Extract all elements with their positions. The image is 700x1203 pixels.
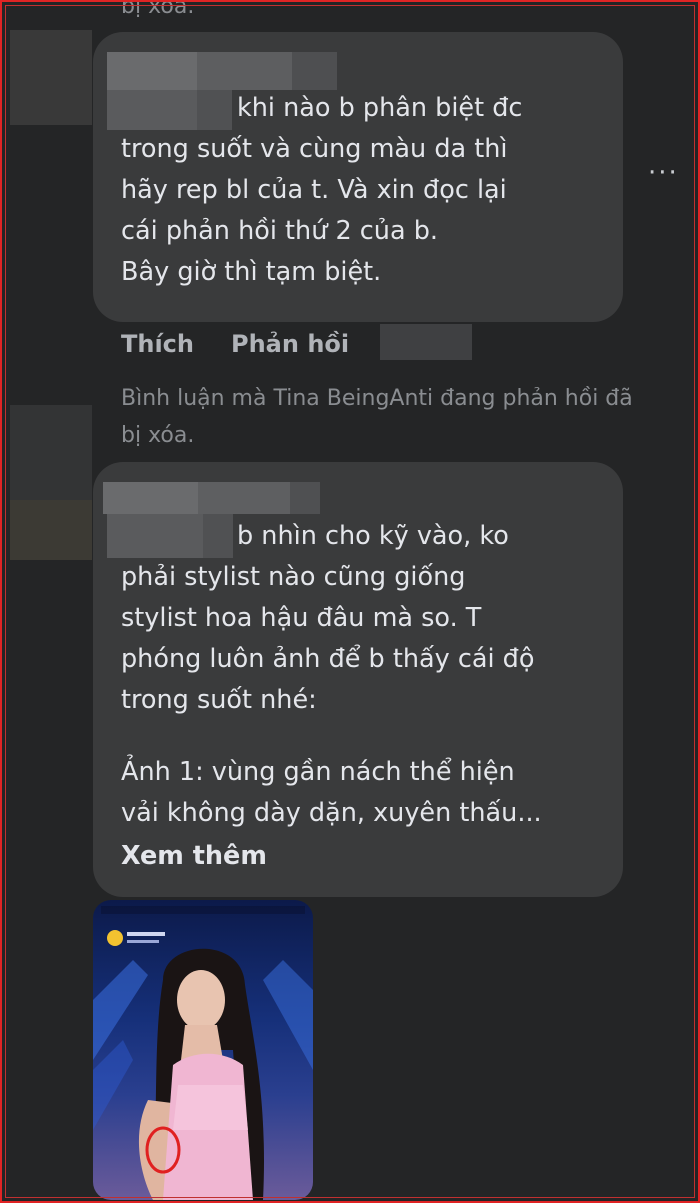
photo-illustration (93, 906, 313, 1200)
author-name[interactable] (198, 482, 290, 514)
author-name[interactable] (103, 482, 198, 514)
author-name[interactable] (292, 52, 337, 90)
see-more-link[interactable]: Xem thêm (121, 836, 267, 877)
reply-button[interactable]: Phản hồi (231, 330, 349, 358)
comment-text: b nhìn cho kỹ vào, ko phải stylist nào c… (121, 521, 535, 715)
avatar[interactable] (10, 30, 92, 125)
author-name[interactable] (197, 52, 292, 90)
like-button[interactable]: Thích (121, 330, 194, 358)
more-options-icon[interactable]: ··· (648, 158, 679, 188)
avatar-overlay (10, 500, 92, 560)
deleted-note-partial: bị xóa. (121, 0, 195, 19)
comment-text: khi nào b phân biệt đc trong suốt và cùn… (121, 93, 523, 287)
avatar[interactable] (10, 405, 92, 500)
timestamp-blurred[interactable] (380, 324, 472, 360)
comment-photo[interactable] (93, 900, 313, 1200)
author-name[interactable] (290, 482, 320, 514)
deleted-note: Bình luận mà Tina BeingAnti đang phản hồ… (121, 386, 633, 411)
comment-text: Ảnh 1: vùng gần nách thể hiện vải không … (121, 757, 542, 828)
author-name[interactable] (107, 52, 197, 90)
deleted-note: bị xóa. (121, 423, 195, 448)
